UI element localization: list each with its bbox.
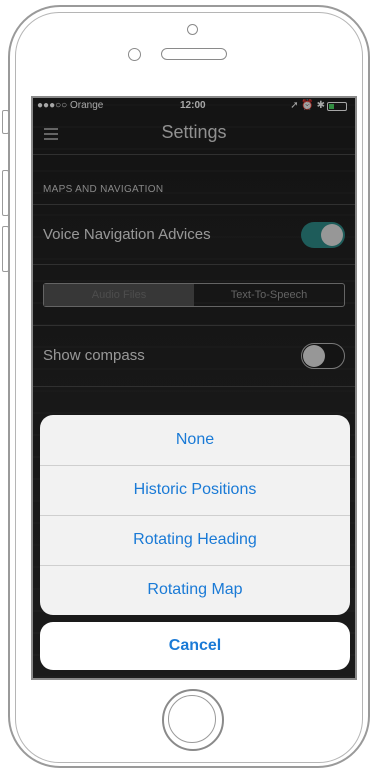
option-rotating-map[interactable]: Rotating Map [40,565,350,615]
volume-down-button [2,226,9,272]
action-sheet: None Historic Positions Rotating Heading… [40,415,350,615]
volume-up-button [2,170,9,216]
home-button-ring [168,695,216,743]
earpiece-speaker [161,48,227,60]
mute-switch [2,110,9,134]
option-historic-positions[interactable]: Historic Positions [40,465,350,515]
option-rotating-heading[interactable]: Rotating Heading [40,515,350,565]
front-camera [187,24,198,35]
cancel-button[interactable]: Cancel [40,622,350,670]
screen: ●●●○○ Orange 12:00 ➚ ⏰ ✱ Settings MAPS A… [31,96,357,680]
option-none[interactable]: None [40,415,350,465]
proximity-sensor [128,48,141,61]
